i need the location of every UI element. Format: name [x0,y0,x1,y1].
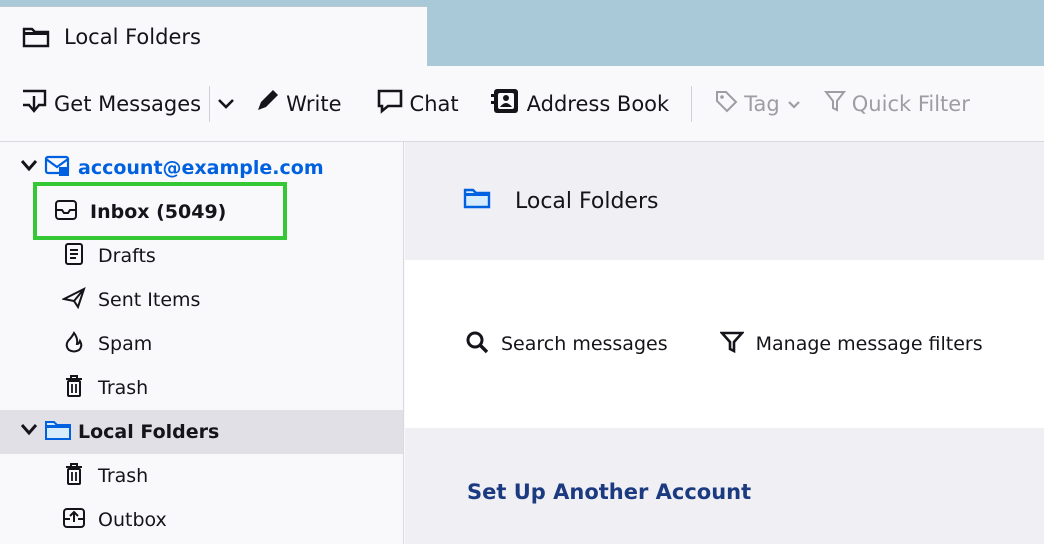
address-book-button[interactable]: Address Book [490,84,670,124]
address-book-icon [490,87,521,120]
account-label: account@example.com [78,157,324,179]
folder-icon [22,26,50,48]
trash-icon [64,374,84,403]
content-header: Local Folders [405,142,1044,260]
setup-section: Set Up Another Account [405,428,1044,544]
tag-label: Tag [744,91,780,116]
mail-account-icon [44,153,72,184]
outbox-label: Outbox [98,509,167,531]
send-icon [60,286,86,314]
quick-filter-button[interactable]: Quick Filter [823,84,970,124]
chevron-down-icon [18,157,40,179]
filter-icon [823,89,846,118]
get-messages-button[interactable]: Get Messages [20,84,201,124]
tag-icon [714,89,738,118]
folder-icon [463,187,491,215]
action-row: Search messages Manage message filters [405,260,1044,428]
sent-items-label: Sent Items [98,289,201,311]
pencil-icon [254,88,280,119]
tag-button[interactable]: Tag [714,84,802,124]
drafts-icon [64,242,84,271]
main-toolbar: Get Messages Write Chat Address Book Tag [0,66,1044,142]
spam-label: Spam [98,333,153,355]
chevron-down-icon [786,92,802,116]
page-title: Local Folders [515,188,659,214]
folder-sent-items[interactable]: Sent Items [0,278,403,322]
flame-icon [64,330,84,359]
drafts-label: Drafts [98,245,156,267]
account-central: Local Folders Search messages Manage mes… [405,142,1044,544]
quick-filter-label: Quick Filter [851,91,970,116]
folder-spam[interactable]: Spam [0,322,403,366]
search-icon [465,330,489,359]
outbox-icon [62,506,86,535]
filter-icon [718,330,745,359]
folder-icon [44,419,72,446]
search-messages-label: Search messages [501,333,668,355]
search-messages-button[interactable]: Search messages [465,330,668,359]
tab-bar: Local Folders [0,0,1044,66]
folder-trash[interactable]: Trash [0,366,403,410]
chevron-down-icon [18,421,40,443]
separator [209,85,211,122]
address-book-label: Address Book [526,91,670,116]
folder-local-folders[interactable]: Local Folders [0,410,403,454]
tab-local-folders[interactable]: Local Folders [0,6,427,66]
get-messages-icon [20,88,48,119]
highlight-box [33,182,287,240]
folder-local-trash[interactable]: Trash [0,454,403,498]
write-label: Write [286,91,342,116]
local-folders-label: Local Folders [78,421,220,443]
chat-label: Chat [409,91,459,116]
tab-label: Local Folders [64,24,201,49]
get-messages-label: Get Messages [54,91,202,116]
manage-filters-label: Manage message filters [755,333,983,355]
separator [691,85,693,122]
get-messages-dropdown[interactable] [216,84,236,124]
folder-drafts[interactable]: Drafts [0,234,403,278]
setup-another-account-heading: Set Up Another Account [467,480,752,504]
chevron-down-icon [216,92,236,116]
chat-icon [376,88,404,119]
manage-filters-button[interactable]: Manage message filters [718,330,983,359]
write-button[interactable]: Write [254,84,342,124]
trash-label: Trash [98,377,149,399]
local-trash-label: Trash [98,465,149,487]
folder-outbox[interactable]: Outbox [0,498,403,542]
chat-button[interactable]: Chat [376,84,459,124]
trash-icon [64,462,84,491]
